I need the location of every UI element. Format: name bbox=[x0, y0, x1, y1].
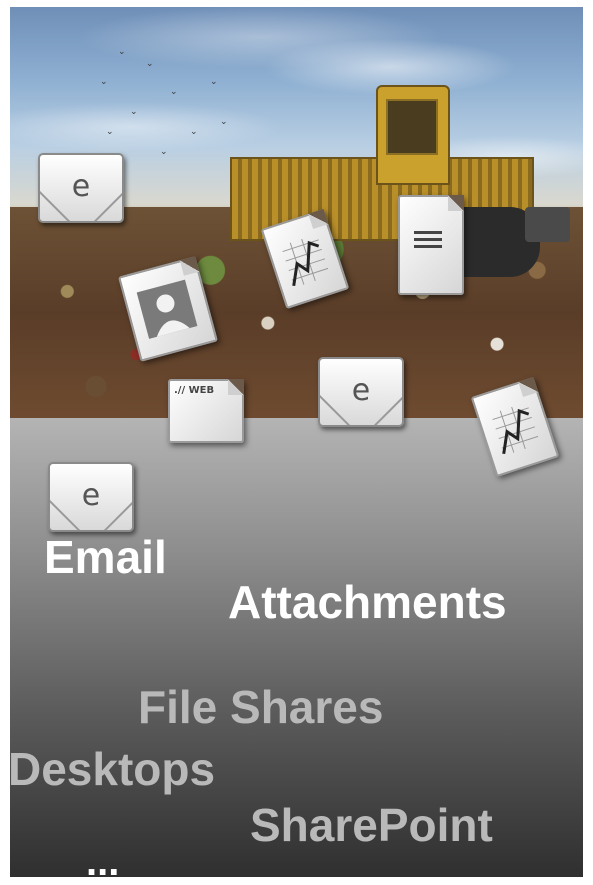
bird-icon: ⌄ bbox=[220, 116, 228, 126]
attachments-label: Attachments bbox=[228, 576, 507, 628]
email-label: Email bbox=[44, 531, 167, 583]
bird-icon: ⌄ bbox=[118, 46, 126, 56]
ellipsis-label: ... bbox=[86, 840, 120, 884]
text-document-icon bbox=[398, 195, 464, 295]
file-shares-label: File Shares bbox=[138, 681, 384, 733]
bird-icon: ⌄ bbox=[170, 86, 178, 96]
envelope-icon: e bbox=[318, 357, 404, 427]
bird-icon: ⌄ bbox=[160, 146, 168, 156]
web-document-icon: .// WEB bbox=[168, 379, 244, 443]
bird-icon: ⌄ bbox=[100, 76, 108, 86]
envelope-icon: e bbox=[48, 462, 134, 532]
bird-icon: ⌄ bbox=[146, 58, 154, 68]
envelope-icon: e bbox=[38, 153, 124, 223]
bulldozer-window bbox=[386, 99, 438, 155]
bird-icon: ⌄ bbox=[190, 126, 198, 136]
distant-vehicle bbox=[525, 207, 570, 242]
bird-icon: ⌄ bbox=[210, 76, 218, 86]
desktops-label: Desktops bbox=[8, 743, 216, 795]
bird-icon: ⌄ bbox=[130, 106, 138, 116]
bird-icon: ⌄ bbox=[106, 126, 114, 136]
sharepoint-label: SharePoint bbox=[250, 799, 493, 851]
